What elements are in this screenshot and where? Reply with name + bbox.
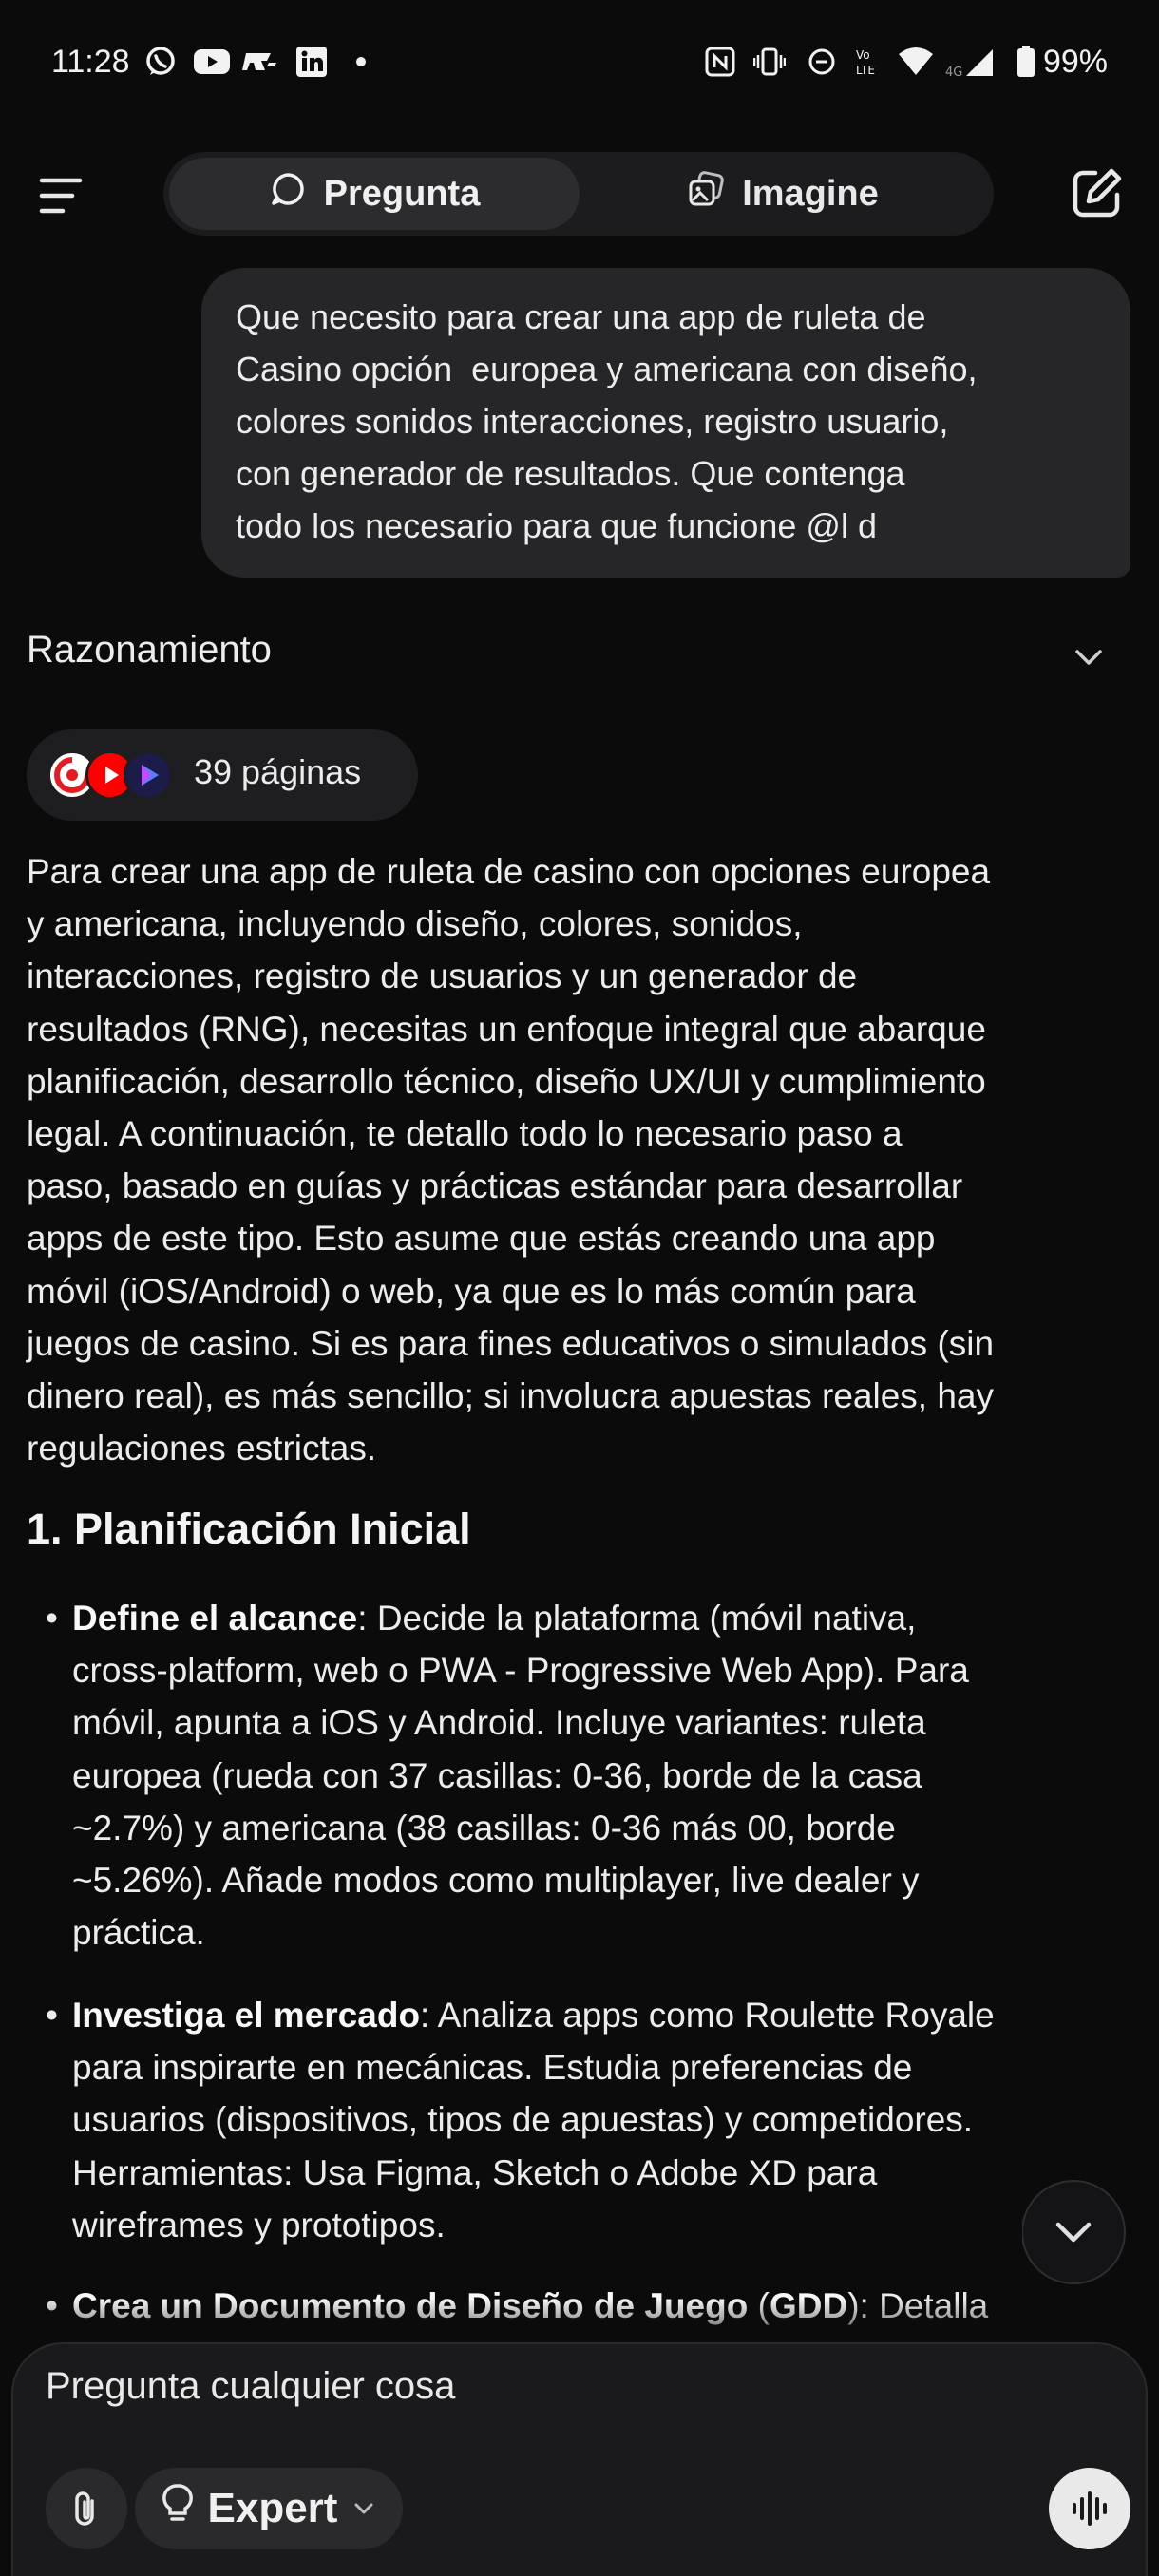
tab-pregunta[interactable]: Pregunta — [169, 158, 580, 230]
signal-4g-icon: 4G — [944, 46, 998, 78]
rapido-icon — [241, 46, 281, 78]
answer-line: interacciones, registro de usuarios y un… — [27, 957, 858, 996]
list-item-title: Define el alcance — [72, 1599, 358, 1638]
user-message-line: Que necesito para crear una app de rulet… — [236, 297, 926, 336]
list-item-line: para inspirarte en mecánicas. Estudia pr… — [72, 2048, 913, 2088]
answer-line: paso, basado en guías y prácticas estánd… — [27, 1166, 963, 1206]
sources-pill[interactable]: 39 páginas — [27, 729, 418, 821]
list-item-line: ~5.26%). Añade modos como multiplayer, l… — [72, 1861, 920, 1901]
nfc-icon — [703, 46, 737, 78]
reasoning-toggle-label[interactable]: Razonamiento — [27, 629, 272, 672]
answer-line: dinero real), es más sencillo; si involu… — [27, 1376, 994, 1416]
section-heading: 1. Planificación Inicial — [27, 1505, 471, 1553]
answer-line: móvil (iOS/Android) o web, ya que es lo … — [27, 1271, 916, 1311]
list-item-line: usuarios (dispositivos, tipos de apuesta… — [72, 2100, 974, 2140]
scroll-to-bottom-button[interactable] — [1021, 2154, 1159, 2306]
list-item-line: europea (rueda con 37 casillas: 0-36, bo… — [72, 1755, 922, 1795]
chevron-down-icon[interactable] — [1072, 640, 1106, 674]
dot-icon — [352, 46, 370, 78]
svg-text:LTE: LTE — [856, 64, 875, 77]
tab-imagine[interactable]: Imagine — [578, 158, 988, 230]
list-item: • Investiga el mercado: Analiza apps com… — [46, 1989, 1129, 2251]
battery-percent: 99% — [1042, 44, 1108, 80]
list-item-line: wireframes y prototipos. — [72, 2205, 446, 2245]
answer-line: legal. A continuación, te detallo todo l… — [27, 1114, 902, 1154]
status-time: 11:28 — [51, 44, 130, 80]
status-bar: 11:28 Vo LTE 4G 99% — [0, 0, 1159, 133]
sources-count: 39 páginas — [194, 752, 362, 791]
user-message-bubble[interactable]: Que necesito para crear una app de rulet… — [201, 268, 1130, 578]
mode-selector-button[interactable]: Expert — [135, 2468, 403, 2549]
answer-line: apps de este tipo. Esto asume que estás … — [27, 1219, 936, 1259]
user-message-line: Casino opción europea y americana con di… — [236, 350, 978, 388]
volte-icon: Vo LTE — [853, 46, 887, 78]
answer-line: planificación, desarrollo técnico, diseñ… — [27, 1061, 986, 1101]
composer: Pregunta cualquier cosa Expert — [11, 2342, 1148, 2576]
image-stack-icon — [687, 170, 725, 218]
chevron-down-icon — [351, 2485, 377, 2532]
list-item-line: ~2.7%) y americana (38 casillas: 0-36 má… — [72, 1808, 896, 1847]
list-item-text: Define el alcance: Decide la plataforma … — [72, 1592, 1129, 1959]
svg-text:4G: 4G — [945, 66, 962, 78]
source-play-icon — [124, 750, 173, 800]
vibrate-icon — [752, 46, 787, 78]
list-item-text: Investiga el mercado: Analiza apps como … — [72, 1989, 1129, 2251]
dnd-icon — [806, 46, 838, 78]
bullet-dot: • — [46, 1599, 58, 1638]
answer-line: resultados (RNG), necesitas un enfoque i… — [27, 1009, 986, 1049]
paperclip-icon — [75, 2491, 94, 2526]
list-item-line: móvil, apunta a iOS y Android. Incluye v… — [72, 1703, 926, 1743]
answer-line: Para crear una app de ruleta de casino c… — [27, 852, 991, 891]
answer-line: regulaciones estrictas. — [27, 1429, 377, 1468]
tab-imagine-label: Imagine — [742, 173, 879, 214]
whatsapp-icon — [142, 46, 179, 78]
mode-label: Expert — [207, 2485, 338, 2531]
user-message-line: con generador de resultados. Que conteng… — [236, 454, 905, 493]
new-chat-button[interactable] — [1070, 165, 1125, 220]
mode-switch: Pregunta Imagine — [163, 152, 994, 236]
user-message-line: colores sonidos interacciones, registro … — [236, 402, 949, 441]
battery-icon — [1015, 46, 1037, 78]
hamburger-menu-icon — [39, 178, 83, 214]
answer-line: y americana, incluyendo diseño, colores,… — [27, 904, 803, 944]
svg-text:Vo: Vo — [856, 48, 870, 62]
list-item-line: : Analiza apps como Roulette Royale — [420, 1996, 995, 2035]
wifi-icon — [897, 46, 935, 78]
voice-mode-button[interactable] — [1049, 2468, 1130, 2549]
attach-button[interactable] — [46, 2468, 127, 2549]
tab-pregunta-label: Pregunta — [323, 173, 481, 214]
answer-line: juegos de casino. Si es para fines educa… — [27, 1323, 995, 1363]
menu-button[interactable] — [38, 171, 87, 220]
bullet-dot: • — [46, 1996, 58, 2035]
list-item-line: Herramientas: Usa Figma, Sketch o Adobe … — [72, 2152, 878, 2192]
linkedin-icon — [294, 46, 329, 78]
message-input[interactable]: Pregunta cualquier cosa — [46, 2365, 455, 2408]
audio-waveform-icon — [1073, 2491, 1107, 2526]
list-item-line: cross-platform, web o PWA - Progressive … — [72, 1651, 969, 1691]
youtube-icon — [192, 46, 232, 78]
list-item: • Define el alcance: Decide la plataform… — [46, 1592, 1129, 1959]
lightbulb-icon — [161, 2483, 195, 2535]
list-item-title: Investiga el mercado — [72, 1996, 421, 2035]
user-message-line: todo los necesario para que funcione @l … — [236, 506, 877, 545]
list-item-line: práctica. — [72, 1913, 205, 1953]
edit-icon — [1073, 168, 1122, 218]
chat-bubble-icon — [269, 170, 307, 218]
list-item-line: : Decide la plataforma (móvil nativa, — [357, 1599, 917, 1638]
answer-intro: Para crear una app de ruleta de casino c… — [27, 845, 1138, 1474]
